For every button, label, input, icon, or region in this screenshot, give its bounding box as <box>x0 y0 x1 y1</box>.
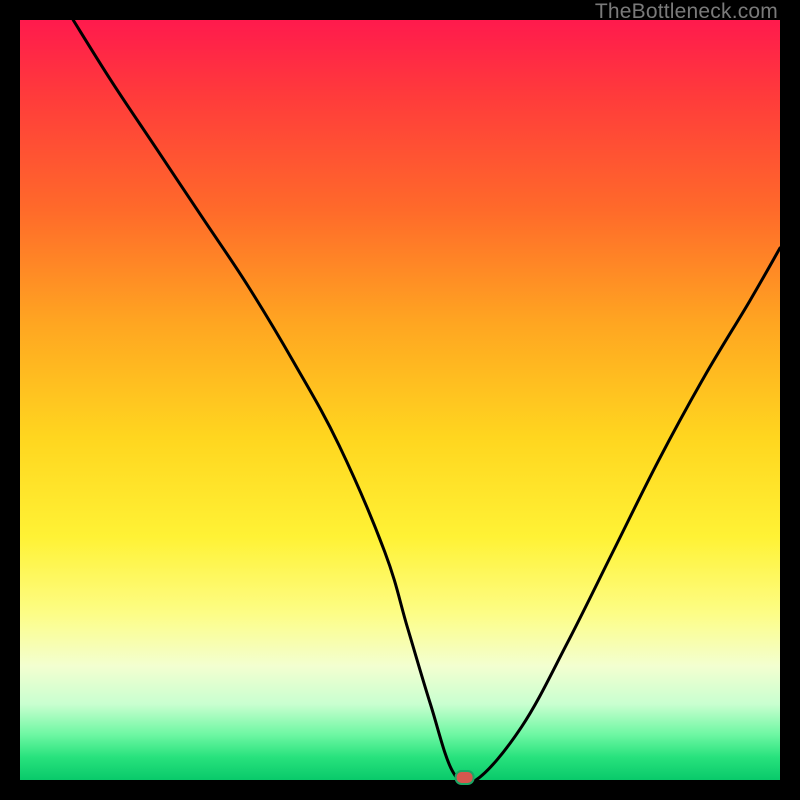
chart-frame: TheBottleneck.com <box>0 0 800 800</box>
minimum-marker <box>456 771 474 784</box>
bottleneck-curve-svg <box>20 20 780 780</box>
plot-area <box>20 20 780 780</box>
bottleneck-curve-path <box>73 20 780 785</box>
watermark-text: TheBottleneck.com <box>595 0 778 24</box>
